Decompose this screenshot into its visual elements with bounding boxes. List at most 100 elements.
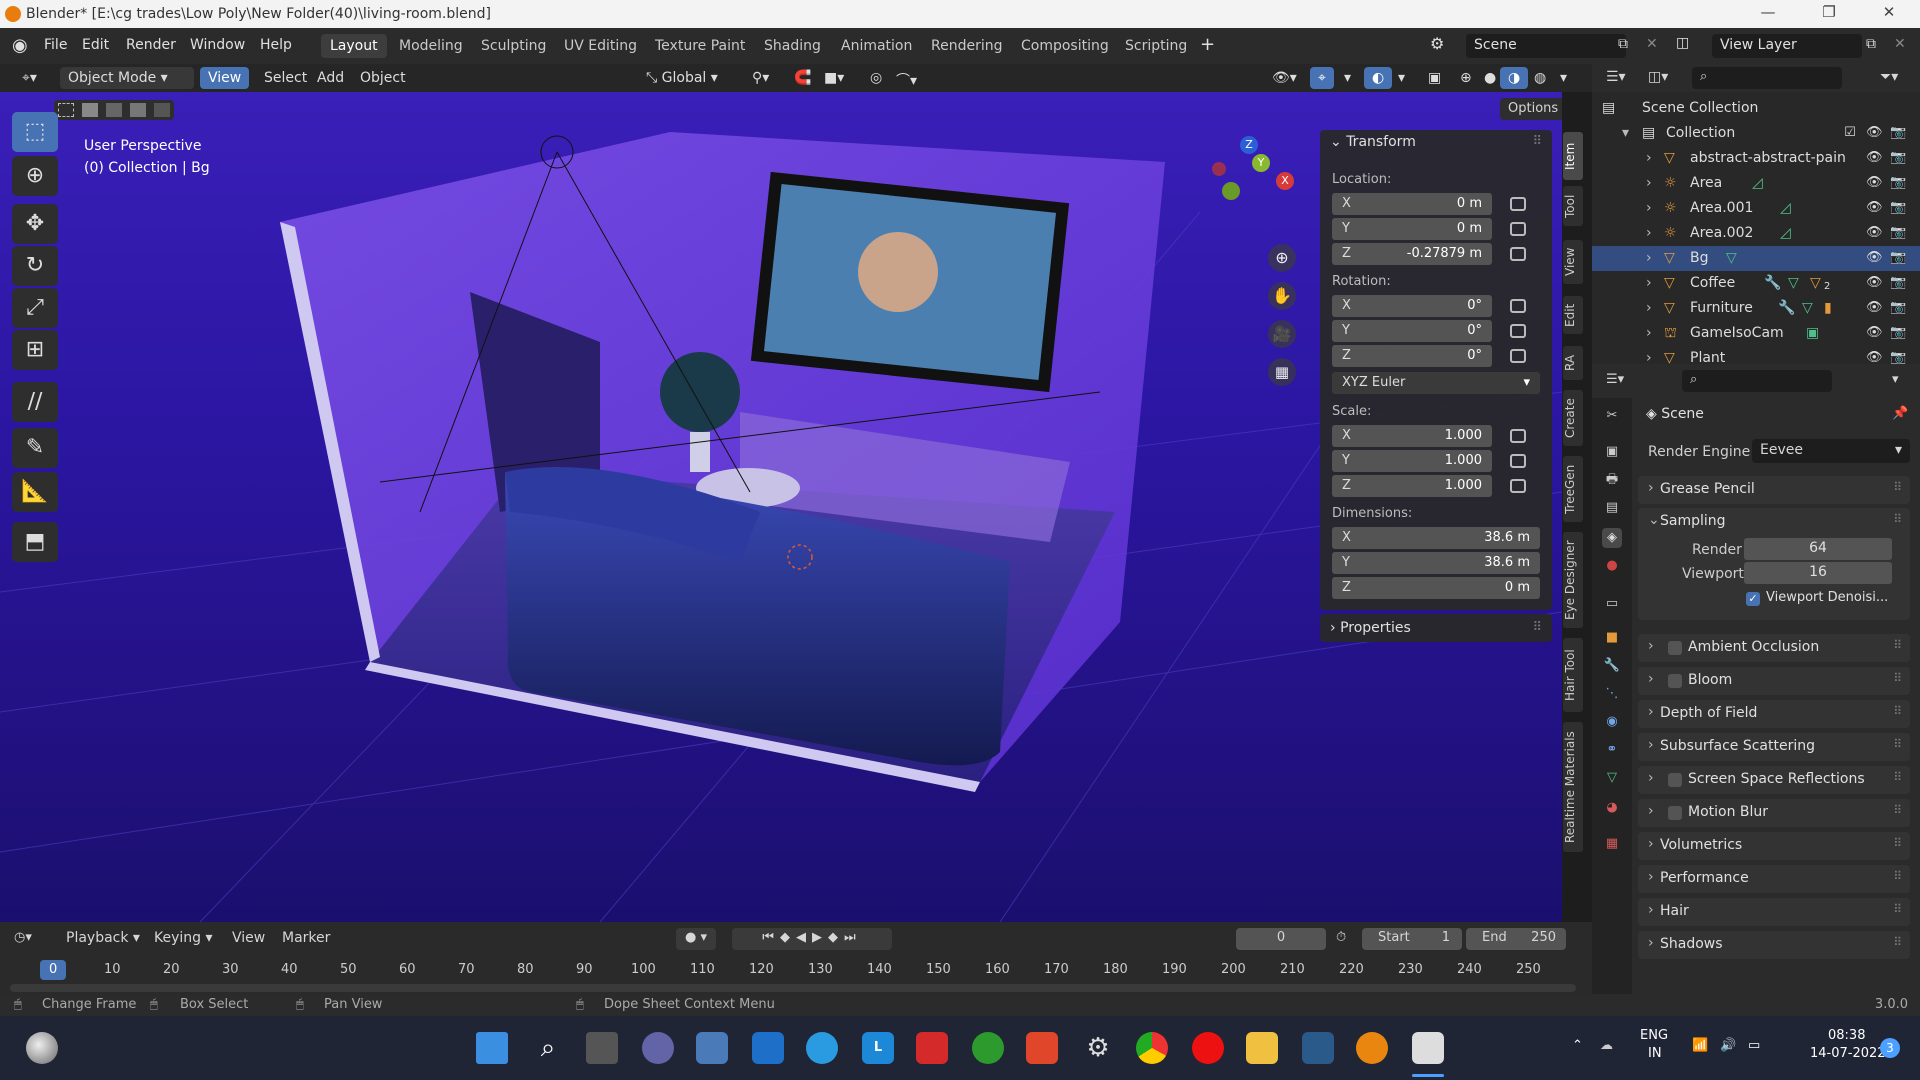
outliner-row-area-002[interactable]: › ☼ Area.002 ◿ 👁 📷 (1592, 221, 1920, 246)
scale-x-field[interactable]: X 1.000 (1332, 425, 1492, 447)
object-tab-icon[interactable]: ■ (1602, 628, 1622, 648)
language-label[interactable]: ENG (1640, 1028, 1668, 1043)
wifi-icon[interactable]: 📶 (1692, 1038, 1708, 1053)
render-engine-dropdown[interactable]: Eevee ▾ (1752, 439, 1910, 463)
pin-icon[interactable]: 📌 (1892, 406, 1908, 421)
eye-icon[interactable]: 👁 (1866, 200, 1883, 215)
physics-tab-icon[interactable]: ◉ (1602, 712, 1622, 732)
marker-menu[interactable]: Marker (282, 930, 330, 946)
playback-controls[interactable]: ⏮◆◀▶◆⏭ (732, 928, 892, 950)
render-samples-field[interactable]: 64 (1744, 538, 1892, 560)
transform-orientation-dropdown[interactable]: ⤡ Global ▾ (638, 67, 738, 89)
tray-app-icon[interactable]: ☁ (1600, 1038, 1613, 1053)
lock-icon[interactable] (1510, 299, 1526, 313)
menu-edit[interactable]: Edit (82, 37, 109, 53)
annotate-tool[interactable]: ∕∕ (12, 382, 58, 422)
rendered-shading-icon[interactable]: ◍ (1526, 67, 1554, 89)
outliner-search-input[interactable]: ⌕ (1692, 67, 1842, 89)
add-cube-tool[interactable]: ⬒ (12, 522, 58, 562)
tab-ra[interactable]: RA (1563, 346, 1583, 380)
overlay-dropdown-icon[interactable]: ▾ (1390, 67, 1413, 89)
rotation-mode-dropdown[interactable]: XYZ Euler ▾ (1332, 372, 1540, 394)
section-depth-of-field[interactable]: › Depth of Field ⠿ (1638, 700, 1910, 728)
tab-hair-tool[interactable]: Hair Tool (1563, 638, 1583, 712)
material-shading-icon[interactable]: ◑ (1500, 67, 1529, 89)
viewport-samples-field[interactable]: 16 (1744, 562, 1892, 584)
axis-neg-y-icon[interactable] (1222, 182, 1240, 200)
outliner-filter-mode-icon[interactable]: ◫▾ (1648, 69, 1668, 85)
record-button[interactable]: ● ▾ (676, 928, 716, 950)
enable-checkbox[interactable] (1668, 806, 1682, 820)
outliner-row-bg[interactable]: › ▽ Bg ▽ 👁 📷 (1592, 246, 1920, 271)
rotation-y-field[interactable]: Y 0° (1332, 320, 1492, 342)
view-menu[interactable]: View (200, 67, 250, 89)
expand-icon[interactable]: › (1646, 275, 1652, 291)
editor-type-icon[interactable]: ⌖▾ (14, 67, 45, 89)
falloff-icon[interactable]: ⌒▾ (888, 67, 925, 89)
tab-view[interactable]: View (1563, 240, 1583, 284)
zoom-icon[interactable]: ⊕ (1268, 244, 1296, 272)
teams-chat-icon[interactable] (642, 1032, 674, 1064)
blender-taskbar-icon[interactable] (1356, 1032, 1388, 1064)
region-label[interactable]: IN (1648, 1046, 1662, 1061)
opera-icon[interactable] (1192, 1032, 1224, 1064)
scale-tool[interactable]: ⤢ (12, 288, 58, 328)
object-mode-dropdown[interactable]: Object Mode ▾ (60, 67, 194, 89)
material-tab-icon[interactable]: ◕ (1602, 798, 1622, 818)
tab-eye-designer[interactable]: Eye Designer (1563, 532, 1583, 628)
current-frame-field[interactable]: 0 (1236, 928, 1326, 950)
camera-icon[interactable]: 📷 (1890, 275, 1906, 290)
eye-icon[interactable]: 👁 (1866, 150, 1883, 165)
section-subsurface-scattering[interactable]: › Subsurface Scattering ⠿ (1638, 733, 1910, 761)
pivot-icon[interactable]: ⚲▾ (744, 67, 777, 89)
mcafee-icon[interactable] (916, 1032, 948, 1064)
drag-handle-icon[interactable]: ⠿ (1532, 134, 1542, 149)
task-view-icon[interactable] (586, 1032, 618, 1064)
file-explorer-icon[interactable] (1246, 1032, 1278, 1064)
select-box-tool[interactable]: ⬚ (12, 112, 58, 152)
xbox-icon[interactable] (972, 1032, 1004, 1064)
camera-icon[interactable]: 📷 (1890, 325, 1906, 340)
expand-icon[interactable]: ▾ (1622, 125, 1629, 141)
editor-type-icon[interactable]: ◷▾ (14, 930, 32, 945)
navigation-gizmo[interactable]: Z Y X (1200, 132, 1300, 232)
weather-icon[interactable] (26, 1032, 58, 1064)
view-layer-field[interactable]: View Layer (1712, 34, 1862, 58)
filter-icon[interactable]: ⏷▾ (1880, 69, 1898, 85)
render-tab-icon[interactable]: ▣ (1602, 442, 1622, 462)
camera-icon[interactable]: 📷 (1890, 150, 1906, 165)
outliner-row-scene-collection[interactable]: ▤ Scene Collection (1592, 96, 1920, 121)
outliner-row-abstract[interactable]: › ▽ abstract-abstract-pain 👁 📷 (1592, 146, 1920, 171)
annotate-pen-tool[interactable]: ✎ (12, 428, 58, 468)
menu-render[interactable]: Render (126, 37, 176, 53)
visibility-icon[interactable]: 👁▾ (1264, 67, 1305, 89)
rotation-z-field[interactable]: Z 0° (1332, 345, 1492, 367)
play-icon[interactable]: ▶ (812, 930, 828, 945)
shading-dropdown-icon[interactable]: ▾ (1552, 67, 1575, 89)
next-key-icon[interactable]: ◆ (828, 930, 844, 945)
tab-sculpting[interactable]: Sculpting (472, 34, 555, 58)
section-bloom[interactable]: › Bloom ⠿ (1638, 667, 1910, 695)
axis-y-icon[interactable]: Y (1252, 154, 1270, 172)
eye-icon[interactable]: 👁 (1866, 125, 1883, 140)
settings-icon[interactable]: ⚙ (1082, 1032, 1114, 1064)
dimensions-z-field[interactable]: Z 0 m (1332, 577, 1540, 599)
playback-menu[interactable]: Playback ▾ (66, 930, 140, 946)
camera-icon[interactable]: 📷 (1890, 125, 1906, 140)
output-tab-icon[interactable]: 🖶 (1602, 470, 1622, 490)
lock-icon[interactable] (1510, 247, 1526, 261)
axis-x-icon[interactable]: X (1276, 172, 1294, 190)
add-workspace-icon[interactable]: + (1200, 34, 1215, 55)
new-view-layer-icon[interactable]: ⧉ (1866, 36, 1876, 52)
section-performance[interactable]: › Performance ⠿ (1638, 865, 1910, 893)
eye-icon[interactable]: 👁 (1866, 300, 1883, 315)
world-tab-icon[interactable]: ● (1602, 556, 1622, 576)
eye-icon[interactable]: 👁 (1866, 325, 1883, 340)
lock-icon[interactable] (1510, 454, 1526, 468)
remove-scene-icon[interactable]: ✕ (1646, 36, 1658, 52)
remove-view-layer-icon[interactable]: ✕ (1894, 36, 1906, 52)
chevron-down-icon[interactable]: ⌄ (1648, 512, 1660, 528)
gizmo-dropdown-icon[interactable]: ▾ (1336, 67, 1359, 89)
tab-animation[interactable]: Animation (832, 34, 921, 58)
blender-window-icon[interactable] (1412, 1032, 1444, 1064)
